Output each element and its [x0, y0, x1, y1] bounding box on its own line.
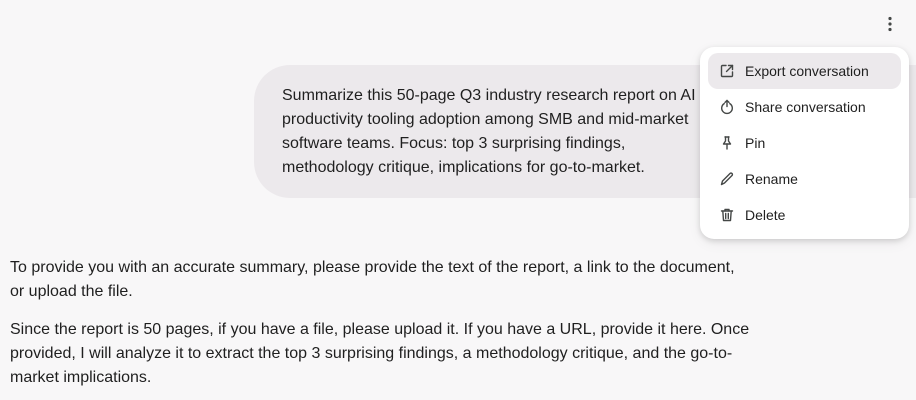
menu-item-label: Export conversation — [745, 63, 869, 79]
pin-icon — [718, 134, 736, 152]
share-icon — [718, 98, 736, 116]
menu-item-delete[interactable]: Delete — [708, 197, 901, 233]
menu-item-label: Pin — [745, 135, 766, 151]
response-paragraph: To provide you with an accurate summary,… — [10, 259, 735, 300]
menu-item-label: Rename — [745, 171, 798, 187]
menu-item-rename[interactable]: Rename — [708, 161, 901, 197]
user-message-text: Summarize this 50-page Q3 industry resea… — [282, 87, 696, 176]
chat-page: Summarize this 50-page Q3 industry resea… — [0, 0, 916, 400]
menu-item-export-conversation[interactable]: Export conversation — [708, 53, 901, 89]
model-response: To provide you with an accurate summary,… — [10, 256, 750, 400]
menu-item-label: Delete — [745, 207, 786, 223]
more-vert-icon — [888, 16, 892, 32]
more-options-button[interactable] — [876, 10, 904, 38]
trash-icon — [718, 206, 736, 224]
response-paragraph: Since the report is 50 pages, if you hav… — [10, 321, 750, 386]
conversation-options-menu: Export conversation Share conversation P… — [700, 47, 909, 239]
external-link-icon — [718, 62, 736, 80]
menu-item-pin[interactable]: Pin — [708, 125, 901, 161]
pencil-icon — [718, 170, 736, 188]
menu-item-label: Share conversation — [745, 99, 866, 115]
menu-item-share-conversation[interactable]: Share conversation — [708, 89, 901, 125]
